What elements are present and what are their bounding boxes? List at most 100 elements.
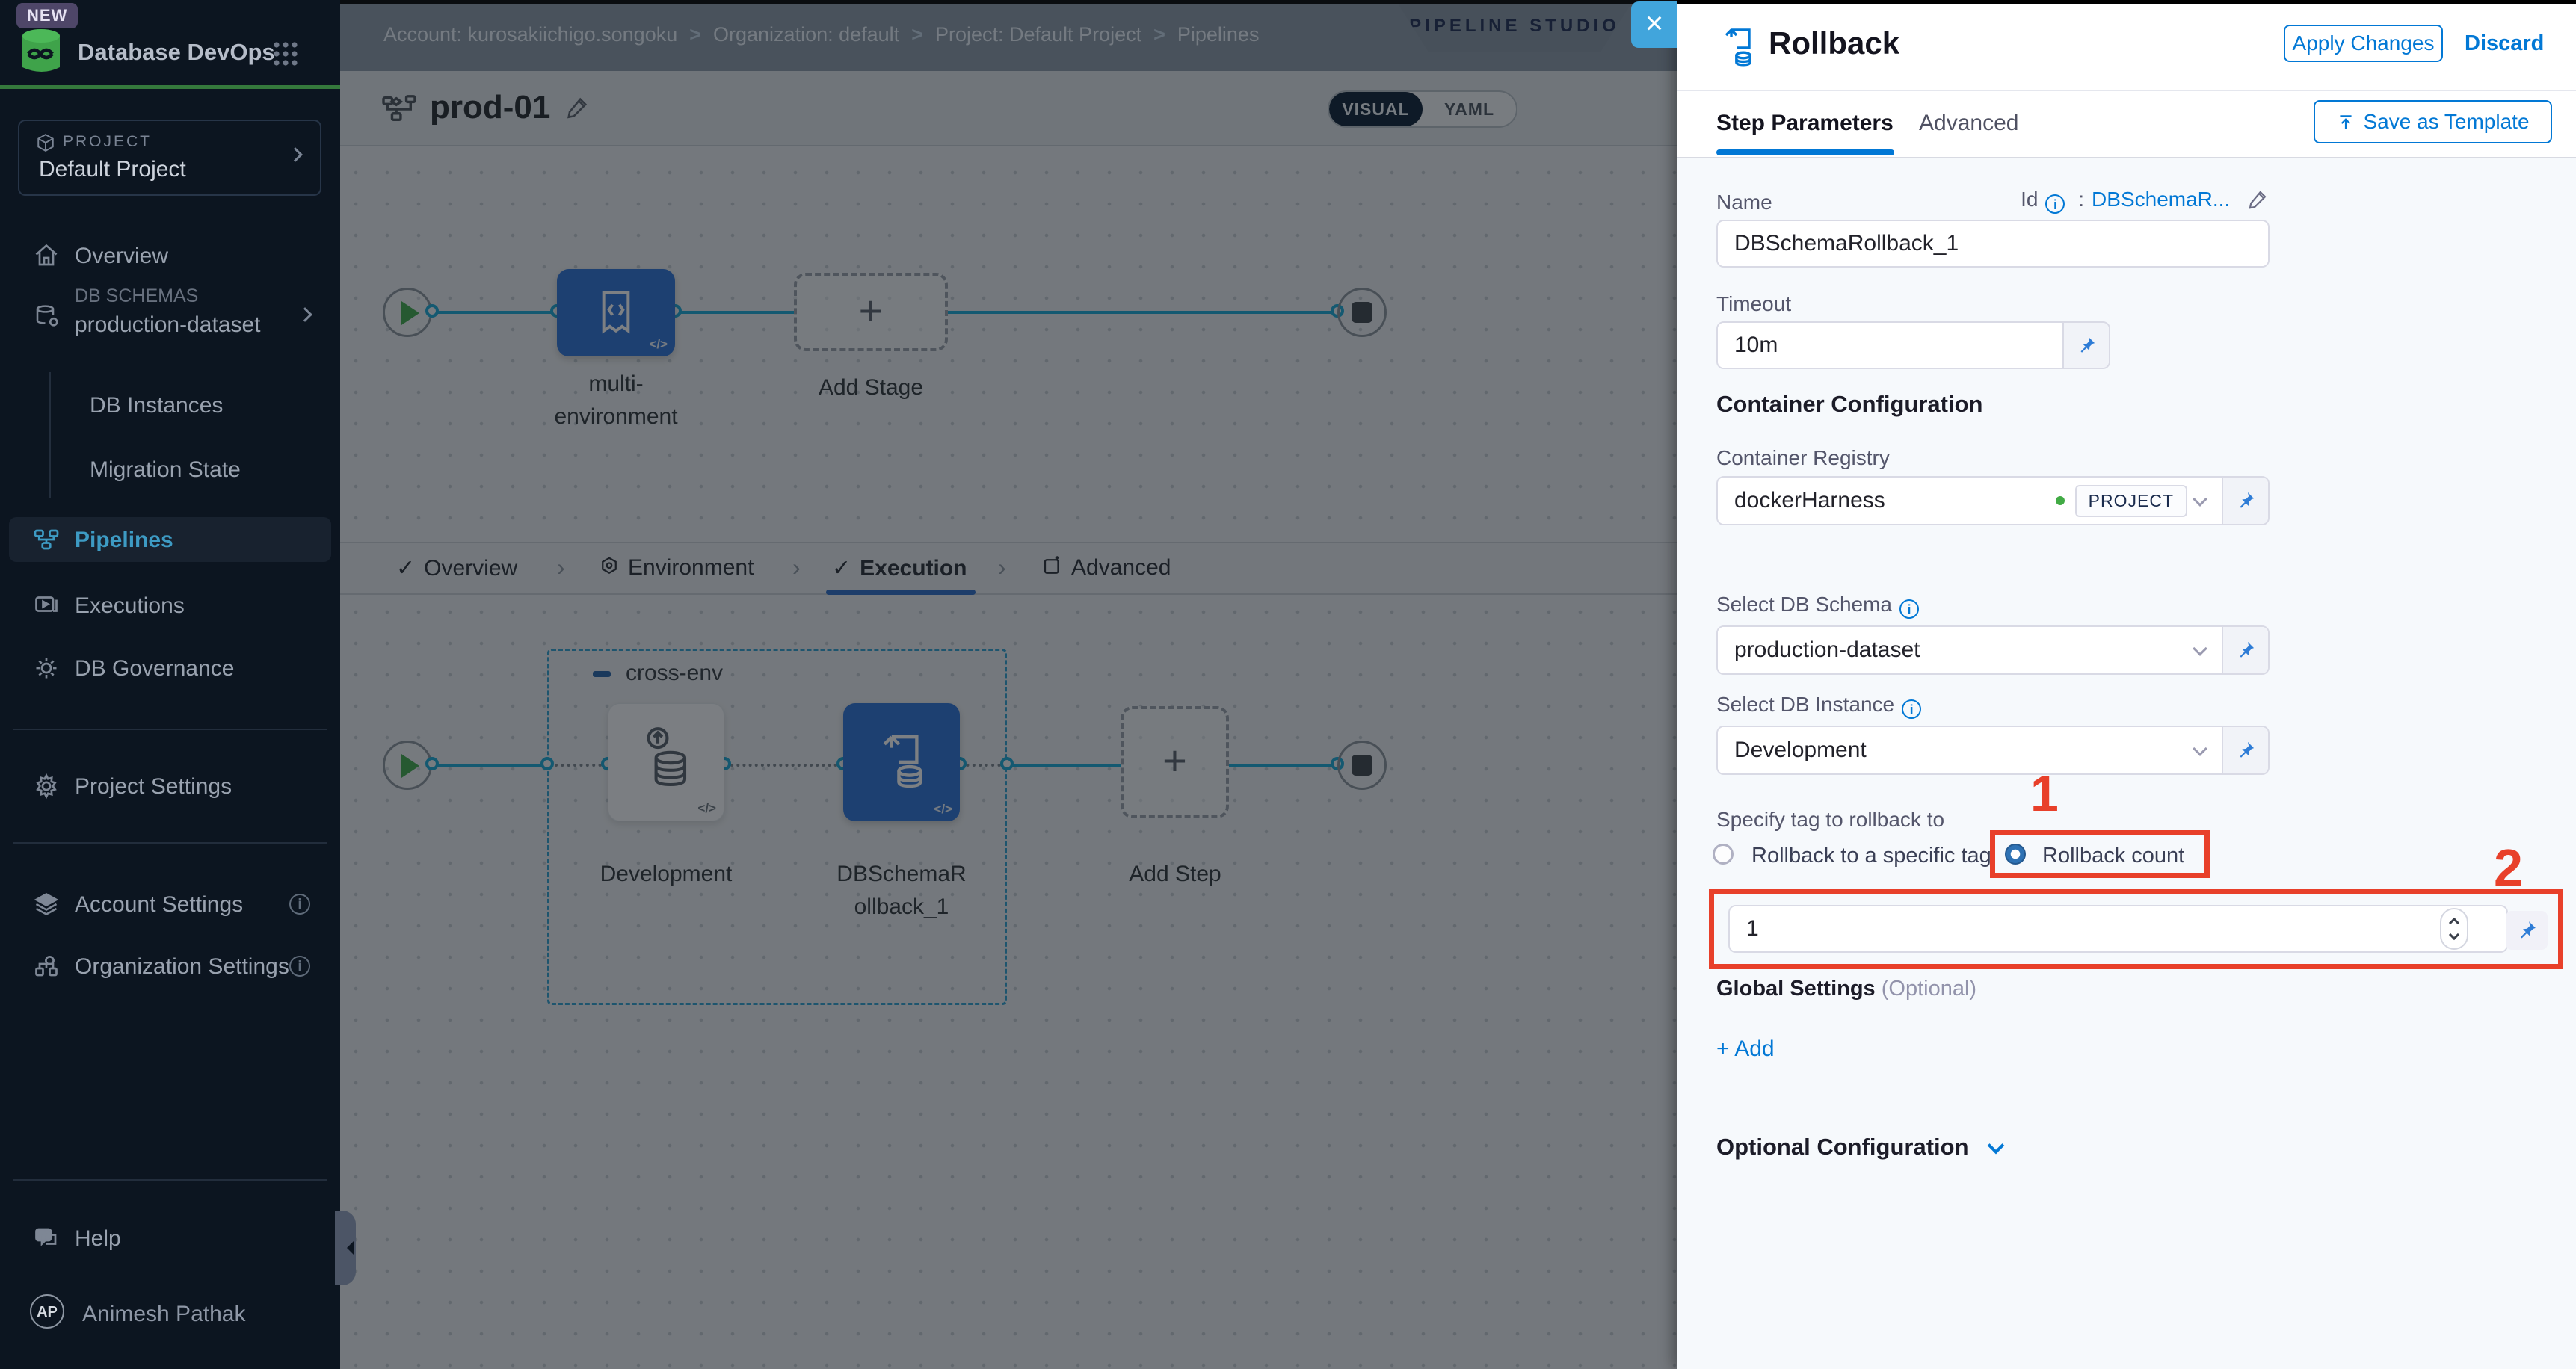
tab-step-parameters[interactable]: Step Parameters	[1716, 111, 1894, 136]
container-registry-field: PROJECT	[1716, 476, 2270, 525]
pin-button[interactable]	[2222, 478, 2268, 524]
cube-icon	[36, 133, 55, 152]
sidebar-item-migration-state[interactable]: Migration State	[0, 447, 340, 492]
module-grid-icon[interactable]	[271, 39, 301, 69]
tab-advanced-panel[interactable]: Advanced	[1919, 111, 2018, 136]
id-value: DBSchemaR...	[2092, 188, 2230, 211]
divider	[13, 1179, 327, 1181]
pin-button[interactable]	[2222, 727, 2268, 773]
sidebar-item-db-instances[interactable]: DB Instances	[0, 383, 340, 427]
project-label: PROJECT	[63, 133, 152, 151]
annotation-number-2: 2	[2494, 838, 2523, 897]
container-configuration-heading: Container Configuration	[1716, 391, 1982, 418]
governance-gear-icon	[33, 655, 60, 682]
container-registry-input[interactable]	[1718, 478, 2056, 524]
database-devops-logo-icon	[16, 25, 66, 78]
help-chat-icon: ?	[33, 1225, 60, 1252]
sidebar-item-account-settings[interactable]: Account Settings i	[0, 882, 340, 927]
stepper-up-icon[interactable]	[2449, 918, 2459, 928]
sidebar-item-help[interactable]: ? Help	[0, 1216, 340, 1261]
chevron-down-icon[interactable]	[2193, 641, 2207, 656]
db-schema-input[interactable]	[1718, 627, 2187, 673]
sidebar-item-db-schemas[interactable]: DB SCHEMAS production-dataset	[0, 285, 340, 354]
specify-tag-label: Specify tag to rollback to	[1716, 808, 1944, 832]
add-global-setting-link[interactable]: + Add	[1716, 1036, 1775, 1062]
home-icon	[33, 242, 60, 269]
project-selector[interactable]: PROJECT Default Project	[18, 120, 321, 196]
sidebar: NEW Database DevOps PROJECT Default Proj…	[0, 0, 340, 1369]
rollback-step-panel: Rollback Apply Changes Discard Step Para…	[1677, 0, 2576, 1369]
select-db-instance-label: Select DB Instancei	[1716, 693, 1921, 719]
info-icon[interactable]: i	[289, 894, 310, 915]
db-schema-icon	[33, 303, 60, 330]
sidebar-item-project-settings[interactable]: Project Settings	[0, 764, 340, 809]
module-title: Database DevOps	[78, 39, 275, 66]
radio-specific-tag-label[interactable]: Rollback to a specific tag	[1751, 844, 1991, 868]
layers-gear-icon	[33, 891, 60, 918]
user-menu[interactable]: AP Animesh Pathak	[0, 1300, 340, 1350]
divider	[1677, 90, 2576, 91]
chevron-down-icon[interactable]	[2193, 492, 2207, 507]
radio-specific-tag[interactable]	[1713, 844, 1734, 865]
global-settings-label: Global Settings (Optional)	[1716, 977, 1976, 1001]
chevron-right-icon	[288, 147, 303, 162]
module-accent-line	[0, 85, 340, 89]
pin-button[interactable]	[2062, 323, 2109, 368]
gear-icon	[33, 773, 60, 800]
db-instance-input[interactable]	[1718, 727, 2187, 773]
apply-changes-button[interactable]: Apply Changes	[2284, 25, 2443, 62]
scope-badge: PROJECT	[2075, 485, 2187, 517]
info-icon[interactable]: i	[2045, 194, 2065, 214]
sidebar-collapse-button[interactable]	[335, 1211, 356, 1285]
edit-pencil-icon[interactable]	[2246, 188, 2269, 211]
step-parameters-form: Name Idi :DBSchemaR... Timeout Container…	[1677, 157, 2576, 1369]
stepper-down-icon[interactable]	[2449, 930, 2459, 940]
save-as-template-button[interactable]: Save as Template	[2314, 100, 2552, 143]
rollback-icon	[1719, 24, 1758, 69]
db-schema-select	[1716, 625, 2270, 675]
divider	[13, 729, 327, 730]
optional-configuration-toggle[interactable]: Optional Configuration	[1716, 1134, 2002, 1161]
pin-button[interactable]	[2506, 911, 2548, 950]
pipelines-icon	[33, 526, 60, 553]
app-root: NEW Database DevOps PROJECT Default Proj…	[0, 0, 2576, 1369]
connector-status-dot	[2056, 496, 2065, 505]
info-icon[interactable]: i	[1899, 599, 1919, 619]
drawer-overlay[interactable]	[340, 0, 1677, 1369]
rollback-count-input[interactable]	[1730, 906, 2506, 951]
rollback-count-field	[1728, 905, 2508, 953]
db-instance-select	[1716, 726, 2270, 775]
chevron-down-icon[interactable]	[2193, 741, 2207, 756]
chevron-right-icon	[298, 307, 312, 322]
chevron-down-icon	[1988, 1137, 2005, 1155]
timeout-input[interactable]	[1718, 323, 2062, 368]
name-input[interactable]	[1718, 221, 2268, 266]
annotation-box-1	[1990, 830, 2210, 878]
project-name: Default Project	[39, 157, 186, 182]
sidebar-item-overview[interactable]: Overview	[0, 233, 340, 278]
sidebar-item-db-governance[interactable]: DB Governance	[0, 646, 340, 690]
pin-button[interactable]	[2222, 627, 2268, 673]
close-drawer-button[interactable]: ×	[1631, 1, 1677, 48]
number-stepper[interactable]	[2440, 908, 2468, 950]
sidebar-item-organization-settings[interactable]: Organization Settings i	[0, 944, 340, 989]
annotation-number-1: 1	[2030, 764, 2059, 823]
org-gear-icon	[33, 953, 60, 980]
divider	[13, 842, 327, 844]
timeout-label: Timeout	[1716, 292, 1791, 316]
discard-button[interactable]: Discard	[2465, 31, 2544, 56]
panel-title: Rollback	[1769, 25, 1899, 61]
sidebar-item-executions[interactable]: Executions	[0, 583, 340, 628]
executions-icon	[33, 592, 60, 619]
name-label: Name	[1716, 191, 1772, 214]
active-tab-underline	[1716, 149, 1894, 155]
sidebar-item-pipelines[interactable]: Pipelines	[9, 517, 331, 562]
svg-text:?: ?	[41, 1230, 46, 1240]
top-strip	[1677, 0, 2576, 4]
info-icon[interactable]: i	[1902, 699, 1921, 719]
upload-icon	[2336, 113, 2355, 132]
avatar: AP	[30, 1294, 64, 1329]
info-icon[interactable]: i	[289, 956, 310, 977]
container-registry-label: Container Registry	[1716, 446, 1890, 470]
id-row: Idi :DBSchemaR...	[2021, 188, 2269, 214]
